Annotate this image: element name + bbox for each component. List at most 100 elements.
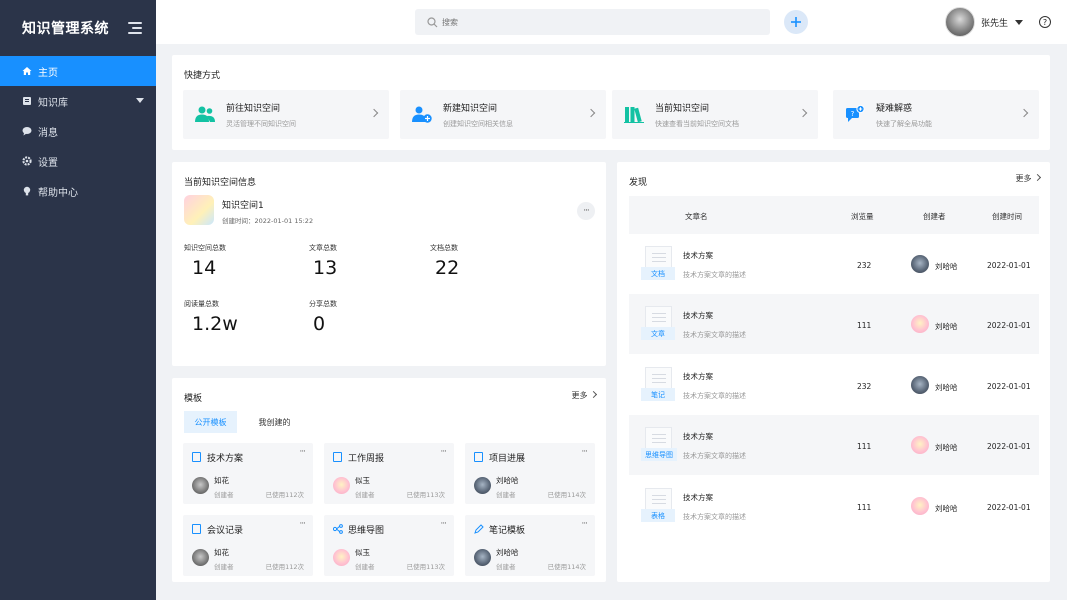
- template-card[interactable]: 思维导图 ··· 似玉 创建者 已使用113次: [324, 515, 454, 576]
- type-tag: 文档: [641, 267, 675, 280]
- avatar: [911, 376, 929, 394]
- avatar: [333, 477, 350, 494]
- avatar: [911, 436, 929, 454]
- sidebar-item-help-center[interactable]: 帮助中心: [0, 176, 156, 206]
- tab-public-templates[interactable]: 公开模板: [184, 411, 237, 433]
- templates-more-link[interactable]: 更多: [571, 390, 598, 401]
- stat-value: 1.2w: [192, 313, 238, 335]
- template-card[interactable]: 技术方案 ··· 如花 创建者 已使用112次: [183, 443, 313, 504]
- article-date: 2022-01-01: [987, 503, 1031, 512]
- article-views: 232: [857, 261, 872, 270]
- template-name: 技术方案: [207, 454, 244, 464]
- article-date: 2022-01-01: [987, 321, 1031, 330]
- lightbulb-icon: [23, 186, 31, 196]
- more-options-icon[interactable]: ···: [299, 447, 306, 457]
- sidebar-item-home[interactable]: 主页: [0, 56, 156, 86]
- more-options-icon[interactable]: ···: [581, 447, 588, 457]
- search-box[interactable]: [415, 9, 770, 35]
- more-options-icon[interactable]: ···: [440, 447, 447, 457]
- more-label: 更多: [571, 391, 588, 400]
- template-author: 刘哈哈: [496, 548, 519, 557]
- tab-my-templates[interactable]: 我创建的: [248, 411, 301, 433]
- stat-value: 14: [192, 257, 217, 279]
- chevron-right-icon: [798, 108, 808, 118]
- avatar: [474, 477, 491, 494]
- more-label: 更多: [1015, 174, 1032, 183]
- sidebar-item-knowledge-base[interactable]: 知识库: [0, 86, 156, 116]
- user-name[interactable]: 张先生: [981, 16, 1008, 29]
- document-icon: [192, 524, 201, 534]
- article-title: 技术方案: [683, 432, 713, 441]
- template-usage: 已使用112次: [265, 563, 304, 571]
- sidebar-item-settings[interactable]: 设置: [0, 146, 156, 176]
- collapse-menu-icon[interactable]: [128, 22, 142, 34]
- stat-value: 0: [313, 313, 326, 335]
- space-logo: [184, 195, 214, 225]
- column-header: 浏览量: [851, 212, 874, 221]
- shortcut-new-space[interactable]: 新建知识空间 创建知识空间相关信息: [400, 90, 606, 139]
- more-options-icon[interactable]: ···: [440, 519, 447, 529]
- chat-help-icon: ?: [846, 105, 865, 122]
- more-options-icon[interactable]: ···: [581, 519, 588, 529]
- user-menu[interactable]: 张先生: [945, 7, 1024, 37]
- article-author: 刘哈哈: [935, 504, 958, 513]
- shortcut-go-space[interactable]: 前往知识空间 灵活管理不同知识空间: [183, 90, 389, 139]
- mindmap-icon: [333, 524, 343, 534]
- template-role: 创建者: [496, 491, 516, 499]
- gear-icon: [22, 156, 32, 166]
- tab-label: 我创建的: [258, 417, 291, 427]
- template-usage: 已使用114次: [547, 491, 586, 499]
- article-title: 技术方案: [683, 251, 713, 260]
- article-title: 技术方案: [683, 372, 713, 381]
- discovery-panel: 发现 更多 文章名 浏览量 创建者 创建时间 文档 技术方案 技术方案文章的描述…: [617, 162, 1050, 582]
- article-title: 技术方案: [683, 311, 713, 320]
- template-usage: 已使用114次: [547, 563, 586, 571]
- search-input[interactable]: [442, 17, 742, 27]
- caret-down-icon[interactable]: [1015, 19, 1024, 25]
- template-name: 项目进展: [489, 454, 526, 464]
- more-options-icon[interactable]: ···: [299, 519, 306, 529]
- table-row[interactable]: 文章 技术方案 技术方案文章的描述 111 刘哈哈 2022-01-01: [629, 294, 1039, 354]
- space-info-panel: 当前知识空间信息 知识空间1 创建时间：2022-01-01 15:22 ···…: [172, 162, 606, 366]
- sidebar-item-messages[interactable]: 消息: [0, 116, 156, 146]
- more-options-button[interactable]: ···: [577, 202, 595, 220]
- shortcut-subtitle: 快速查看当前知识空间文档: [655, 120, 739, 128]
- sidebar-item-label: 主页: [38, 67, 58, 79]
- avatar[interactable]: [945, 7, 975, 37]
- table-row[interactable]: 思维导图 技术方案 技术方案文章的描述 111 刘哈哈 2022-01-01: [629, 415, 1039, 475]
- article-author: 刘哈哈: [935, 383, 958, 392]
- document-icon: [192, 452, 201, 462]
- article-date: 2022-01-01: [987, 382, 1031, 391]
- shortcut-title: 新建知识空间: [443, 104, 498, 114]
- discovery-more-link[interactable]: 更多: [1015, 173, 1042, 184]
- tab-label: 公开模板: [194, 417, 227, 427]
- template-name: 笔记模板: [489, 526, 526, 536]
- template-usage: 已使用113次: [406, 491, 445, 499]
- template-card[interactable]: 会议记录 ··· 如花 创建者 已使用112次: [183, 515, 313, 576]
- table-row[interactable]: 文档 技术方案 技术方案文章的描述 232 刘哈哈 2022-01-01: [629, 234, 1039, 294]
- table-row[interactable]: 笔记 技术方案 技术方案文章的描述 232 刘哈哈 2022-01-01: [629, 355, 1039, 415]
- template-card[interactable]: 笔记模板 ··· 刘哈哈 创建者 已使用114次: [465, 515, 595, 576]
- help-icon[interactable]: ?: [1039, 16, 1051, 28]
- shortcut-subtitle: 灵活管理不同知识空间: [226, 120, 296, 128]
- stat-label: 文档总数: [430, 244, 458, 252]
- shortcut-current-space[interactable]: 当前知识空间 快速查看当前知识空间文档: [612, 90, 818, 139]
- template-card[interactable]: 项目进展 ··· 刘哈哈 创建者 已使用114次: [465, 443, 595, 504]
- avatar: [192, 477, 209, 494]
- stat-label: 知识空间总数: [184, 244, 226, 252]
- article-views: 232: [857, 382, 872, 391]
- book-icon: [23, 97, 31, 105]
- shortcut-faq[interactable]: ? 疑难解惑 快速了解全局功能: [833, 90, 1039, 139]
- add-button[interactable]: [784, 10, 808, 34]
- table-row[interactable]: 表格 技术方案 技术方案文章的描述 111 刘哈哈 2022-01-01: [629, 476, 1039, 536]
- document-icon: [333, 452, 342, 462]
- table-header: 文章名 浏览量 创建者 创建时间: [629, 196, 1039, 234]
- avatar: [474, 549, 491, 566]
- sidebar: 知识管理系统 主页 知识库 消息 设置 帮助中心: [0, 0, 156, 600]
- sidebar-item-label: 知识库: [38, 97, 68, 109]
- plus-icon: [791, 17, 801, 27]
- more-dots: ···: [583, 206, 590, 216]
- template-author: 似玉: [355, 548, 370, 557]
- template-card[interactable]: 工作周报 ··· 似玉 创建者 已使用113次: [324, 443, 454, 504]
- top-header: 张先生 ?: [156, 0, 1067, 44]
